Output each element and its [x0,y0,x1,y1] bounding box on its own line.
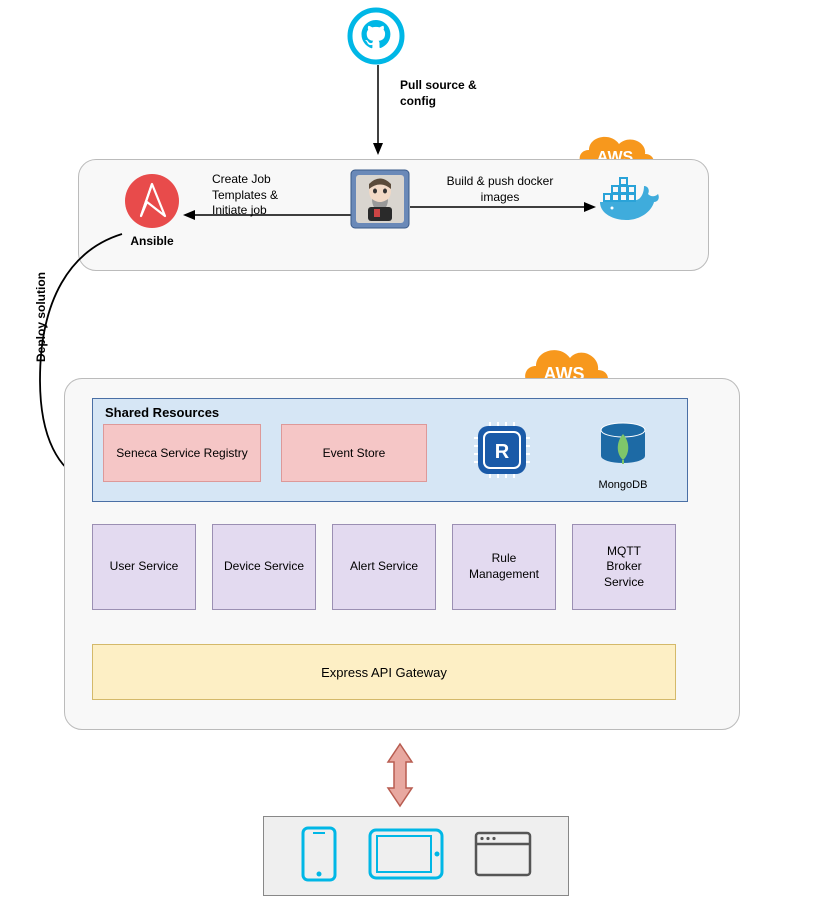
clients-panel [263,816,569,896]
pull-source-label: Pull source & config [400,78,510,109]
user-service: User Service [92,524,196,610]
arrow-bidirectional [382,742,418,813]
rule-mgmt-label: Rule Management [469,551,539,582]
event-store: Event Store [281,424,427,482]
ansible-label: Ansible [123,234,181,250]
tablet-icon [367,827,445,886]
github-icon [346,6,406,71]
mongodb-label: MongoDB [596,479,650,491]
event-store-label: Event Store [323,446,386,460]
device-service: Device Service [212,524,316,610]
mqtt-broker-label: MQTT Broker Service [604,544,644,591]
browser-icon [473,830,533,883]
phone-icon [299,826,339,887]
ansible-icon [123,172,181,235]
rule-mgmt: Rule Management [452,524,556,610]
api-gateway-label: Express API Gateway [321,665,447,680]
alert-service: Alert Service [332,524,436,610]
alert-service-label: Alert Service [350,559,418,575]
deploy-label: Deploy solution [34,272,48,362]
api-gateway: Express API Gateway [92,644,676,700]
mqtt-broker: MQTT Broker Service [572,524,676,610]
seneca-registry: Seneca Service Registry [103,424,261,482]
user-service-label: User Service [110,559,179,575]
svg-text:R: R [495,441,510,463]
docker-icon [596,176,662,231]
redis-r-icon: R [472,420,532,485]
arrow-jenkins-docker [410,201,596,213]
jenkins-icon [350,169,410,234]
seneca-registry-label: Seneca Service Registry [116,446,247,460]
device-service-label: Device Service [224,559,304,575]
mongodb-icon: MongoDB [596,418,650,491]
arrow-jenkins-ansible [183,209,351,221]
arrow-github-jenkins [372,65,384,155]
